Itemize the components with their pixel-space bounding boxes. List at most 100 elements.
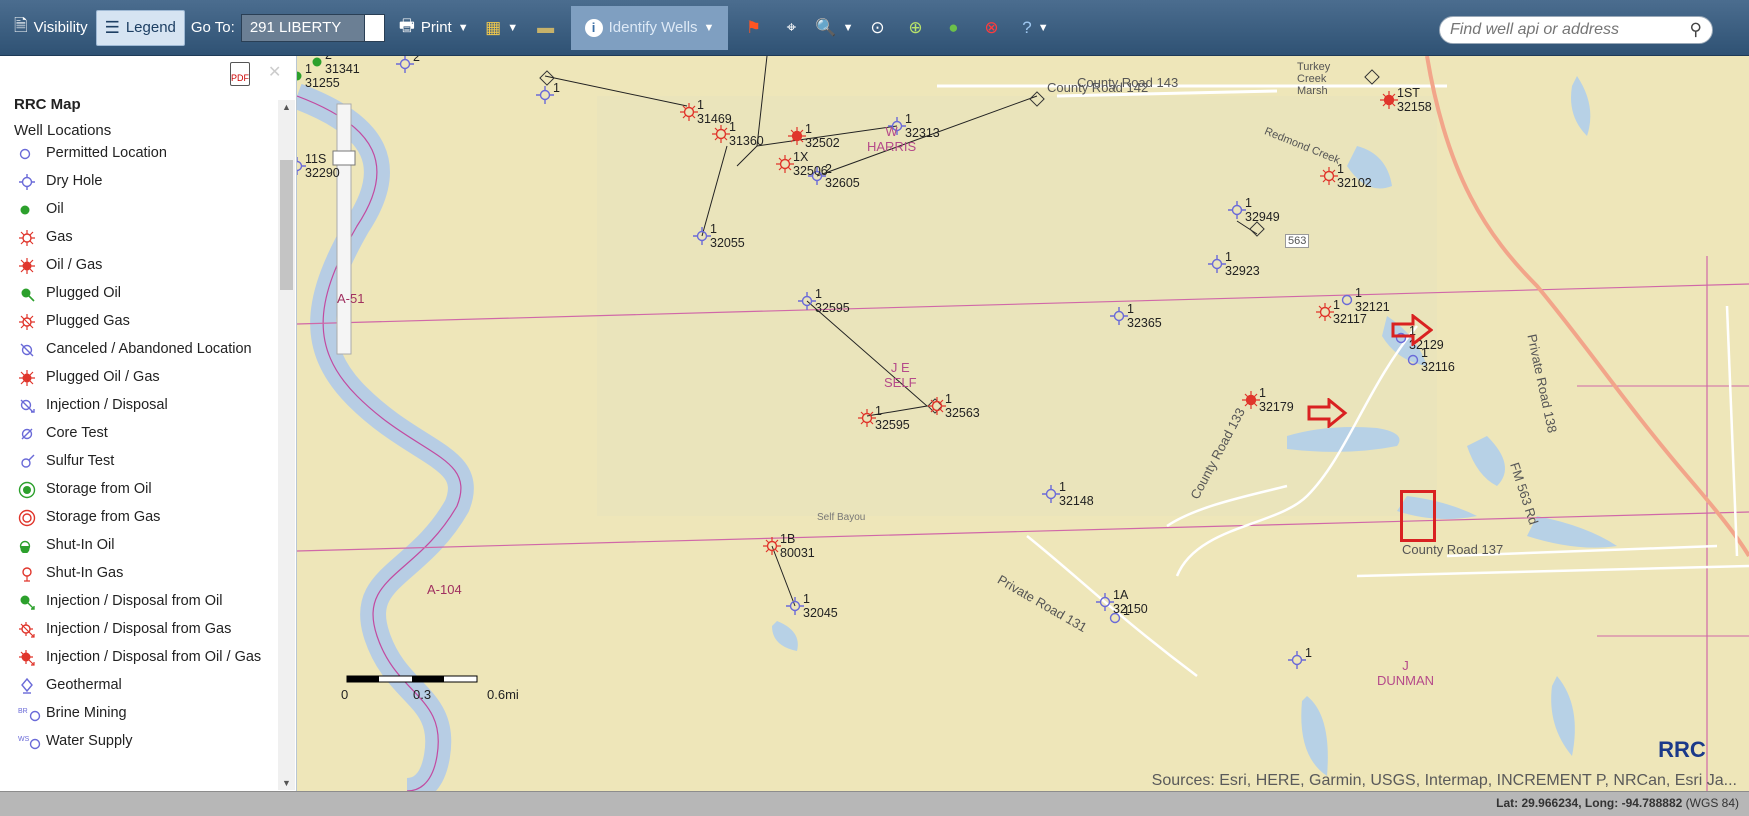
well-label: 1 32045	[803, 592, 838, 620]
legend-item: Oil / Gas	[12, 256, 272, 284]
well-label: 1 31255	[305, 62, 340, 90]
plugged-oil-icon	[12, 284, 46, 304]
legend-item-label: Plugged Oil / Gas	[46, 369, 160, 385]
rrc-logo: RRC	[1637, 729, 1727, 771]
pdf-icon[interactable]: PDF	[230, 62, 250, 86]
well-api: 32045	[803, 606, 838, 620]
scale-label-0: 0	[341, 687, 349, 702]
map-view[interactable]: County Road 143 County Road 142 County R…	[297, 56, 1749, 791]
well-number: 1	[1337, 162, 1344, 176]
well-label: 1 32313	[905, 112, 940, 140]
full-extent-button[interactable]: ⊙	[858, 10, 896, 46]
well-number: 1	[1333, 298, 1340, 312]
chevron-down-icon: ▼	[842, 21, 854, 34]
well-label: 11S 32290	[305, 152, 340, 180]
chevron-down-icon: ▼	[703, 21, 715, 34]
goto-input[interactable]	[240, 13, 365, 42]
flag-button[interactable]: ⚑	[734, 10, 772, 46]
well-api: 31360	[729, 134, 764, 148]
locate-button[interactable]: ⊕	[896, 10, 934, 46]
layers-icon: ▬	[537, 17, 555, 37]
well-number: 1	[1259, 386, 1266, 400]
legend-item-label: Injection / Disposal from Oil / Gas	[46, 649, 262, 665]
search-input[interactable]	[1450, 21, 1690, 39]
clear-icon: ⊗	[984, 17, 999, 37]
well-label: 1 32595	[875, 404, 910, 432]
well-label: 1 32055	[710, 222, 745, 250]
zoom-button[interactable]: 🔍 ▼	[810, 10, 858, 46]
well-api: 32595	[875, 418, 910, 432]
scroll-down-icon[interactable]: ▼	[282, 778, 291, 788]
well-label: 1A 32150	[1113, 588, 1148, 616]
well-label: 1 32365	[1127, 302, 1162, 330]
document-icon: 🗎	[14, 16, 28, 35]
well-number: 1	[1421, 346, 1428, 360]
well-number: 1	[945, 392, 952, 406]
clear-button[interactable]: ⊗	[972, 10, 1010, 46]
well-label: 1 32179	[1259, 386, 1294, 414]
dry-hole-icon	[12, 172, 46, 192]
scrollbar-thumb[interactable]	[280, 160, 293, 290]
legend-item: Plugged Gas	[12, 312, 272, 340]
annotation-rectangle	[1400, 490, 1436, 542]
well-number: 1	[1059, 480, 1066, 494]
well-api: 32605	[825, 176, 860, 190]
owner-label: J DUNMAN	[1377, 658, 1435, 688]
globe-button[interactable]: ●	[934, 10, 972, 46]
injection-gas-icon	[12, 620, 46, 640]
well-number: 1	[1245, 196, 1252, 210]
search-icon[interactable]: ⚲	[1690, 20, 1702, 40]
chevron-down-icon: ▼	[1037, 21, 1049, 34]
legend-button[interactable]: ☰ Legend	[95, 9, 185, 46]
close-icon[interactable]: ✕	[268, 62, 281, 82]
well-api: 32158	[1397, 100, 1432, 114]
goto-label: Go To:	[190, 19, 235, 36]
annotation-arrow	[1391, 314, 1433, 346]
identify-wells-button[interactable]: i Identify Wells ▼	[570, 5, 729, 50]
well-label: 1 32949	[1245, 196, 1280, 224]
svg-text:WS: WS	[18, 736, 30, 743]
visibility-button[interactable]: 🗎 Visibility	[6, 10, 96, 46]
legend-item-label: Geothermal	[46, 677, 122, 693]
panel-scrollbar[interactable]: ▲ ▼	[278, 100, 295, 790]
well-api: 80031	[780, 546, 815, 560]
goto-dropdown[interactable]	[364, 13, 385, 42]
legend-item-label: Brine Mining	[46, 705, 127, 721]
scale-label-2: 0.6mi	[487, 687, 519, 702]
status-bar: Lat: 29.966234, Long: -94.788882 (WGS 84…	[0, 791, 1749, 816]
storage-gas-icon	[12, 508, 46, 528]
well-api: 31469	[697, 112, 732, 126]
scale-label-1: 0.3	[413, 687, 432, 702]
shut-in-oil-icon	[12, 536, 46, 556]
main-toolbar: 🗎 Visibility ☰ Legend Go To: 🖶 Print ▼ ▦…	[0, 0, 1749, 56]
scroll-up-icon[interactable]: ▲	[282, 102, 291, 112]
legend-item: Sulfur Test	[12, 452, 272, 480]
legend-item: Injection / Disposal	[12, 396, 272, 424]
magnifier-icon: 🔍	[815, 17, 837, 37]
rrc-map-app: 🗎 Visibility ☰ Legend Go To: 🖶 Print ▼ ▦…	[0, 0, 1749, 816]
well-number: 1	[805, 122, 812, 136]
printer-icon: 🖶	[398, 16, 415, 35]
legend-list: Permitted Location Dry Hole Oil Gas Oil / Ga…	[12, 144, 272, 760]
permitted-location-icon	[12, 144, 46, 164]
globe-icon: ●	[948, 17, 959, 37]
injection-oil-icon	[12, 592, 46, 612]
panel-title: RRC Map	[14, 96, 81, 113]
well-api: 32502	[805, 136, 840, 150]
abstract-label: A-104	[427, 582, 462, 597]
crosshair-button[interactable]: ⌖	[772, 10, 810, 46]
well-number: 1A	[1113, 588, 1129, 602]
legend-item: Shut-In Oil	[12, 536, 272, 564]
legend-item: WS Water Supply	[12, 732, 272, 760]
legend-item-label: Injection / Disposal	[46, 397, 168, 413]
print-button[interactable]: 🖶 Print ▼	[391, 10, 477, 46]
well-api: 32116	[1421, 360, 1455, 374]
help-button[interactable]: ? ▼	[1010, 10, 1060, 46]
well-label: 1 32563	[945, 392, 980, 420]
basemap-button[interactable]: ▦ ▼	[477, 10, 527, 46]
panel-subtitle: Well Locations	[14, 122, 112, 139]
well-number: 1ST	[1397, 86, 1420, 100]
well-number: 1	[803, 592, 810, 606]
legend-item-label: Shut-In Oil	[46, 537, 115, 553]
layers-button[interactable]: ▬	[527, 10, 565, 46]
